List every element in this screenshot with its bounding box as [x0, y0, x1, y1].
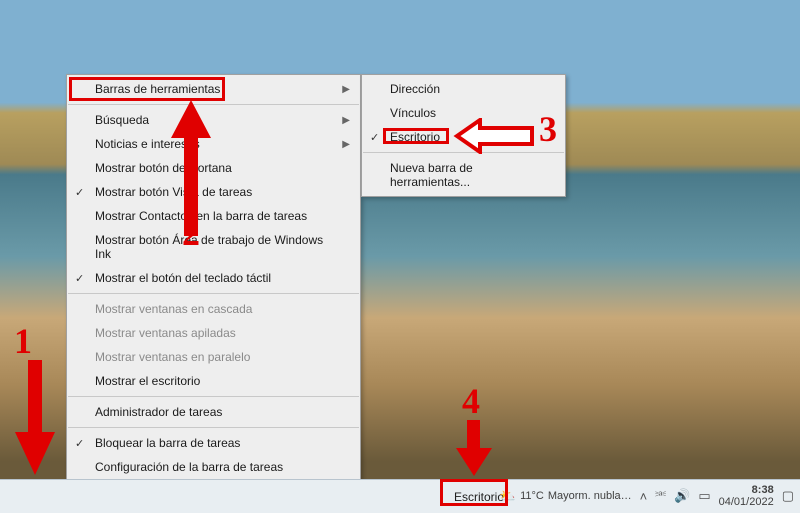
annotation-box: [383, 128, 449, 144]
chevron-right-icon: ▶: [342, 115, 350, 126]
menu-ink-label: Mostrar botón Área de trabajo de Windows…: [95, 233, 338, 261]
check-icon: ✓: [370, 131, 379, 144]
battery-icon[interactable]: ▭: [698, 488, 710, 504]
menu-show-desktop[interactable]: Mostrar el escritorio: [67, 369, 360, 393]
menu-sidebyside: Mostrar ventanas en paralelo: [67, 345, 360, 369]
chevron-right-icon: ▶: [342, 84, 350, 95]
annotation-arrow-icon: [10, 360, 60, 480]
annotation-number: 3: [539, 108, 557, 150]
submenu-new-toolbar[interactable]: Nueva barra de herramientas...: [362, 156, 565, 194]
submenu-links-label: Vínculos: [390, 106, 436, 120]
clock[interactable]: 8:38 04/01/2022: [719, 484, 774, 508]
clock-time: 8:38: [719, 484, 774, 496]
menu-separator: [68, 396, 359, 397]
annotation-arrow-icon: [166, 100, 216, 240]
wifi-icon[interactable]: ⎃: [655, 488, 666, 504]
annotation-box: [440, 479, 508, 506]
menu-separator: [68, 427, 359, 428]
chevron-right-icon: ▶: [342, 139, 350, 150]
submenu-address[interactable]: Dirección: [362, 77, 565, 101]
menu-cascade-label: Mostrar ventanas en cascada: [95, 302, 252, 316]
annotation-number: 4: [462, 380, 480, 422]
weather-widget[interactable]: ⛅ 11°C Mayorm. nubla…: [500, 488, 632, 504]
volume-icon[interactable]: 🔊: [674, 488, 690, 504]
annotation-box: [69, 77, 225, 101]
submenu-address-label: Dirección: [390, 82, 440, 96]
menu-sidebyside-label: Mostrar ventanas en paralelo: [95, 350, 250, 364]
system-tray: ⛅ 11°C Mayorm. nubla… ˄ ⎃ 🔊 ▭ 8:38 04/01…: [500, 479, 794, 513]
check-icon: ✓: [75, 437, 84, 450]
menu-lock-taskbar[interactable]: ✓ Bloquear la barra de tareas: [67, 431, 360, 455]
menu-separator: [68, 293, 359, 294]
clock-date: 04/01/2022: [719, 496, 774, 508]
check-icon: ✓: [75, 186, 84, 199]
chevron-up-icon[interactable]: ˄: [640, 489, 648, 504]
notifications-icon[interactable]: ▢: [782, 488, 794, 504]
weather-text: Mayorm. nubla…: [548, 490, 632, 502]
taskbar[interactable]: Escritorio » ⛅ 11°C Mayorm. nubla… ˄ ⎃ 🔊…: [0, 479, 800, 513]
menu-stacked: Mostrar ventanas apiladas: [67, 321, 360, 345]
annotation-arrow-icon: [452, 118, 536, 154]
start-button[interactable]: [6, 483, 34, 511]
submenu-newtb-label: Nueva barra de herramientas...: [390, 161, 543, 189]
check-icon: ✓: [75, 272, 84, 285]
menu-cascade: Mostrar ventanas en cascada: [67, 297, 360, 321]
menu-settings-label: Configuración de la barra de tareas: [95, 460, 283, 474]
annotation-number: 1: [14, 320, 32, 362]
menu-touch-keyboard[interactable]: ✓ Mostrar el botón del teclado táctil: [67, 266, 360, 290]
menu-touchkb-label: Mostrar el botón del teclado táctil: [95, 271, 271, 285]
weather-temp: 11°C: [520, 490, 544, 502]
menu-task-manager[interactable]: Administrador de tareas: [67, 400, 360, 424]
menu-taskmgr-label: Administrador de tareas: [95, 405, 222, 419]
annotation-arrow-icon: [452, 420, 496, 478]
menu-search-label: Búsqueda: [95, 113, 149, 127]
menu-showdesk-label: Mostrar el escritorio: [95, 374, 200, 388]
menu-taskbar-settings[interactable]: Configuración de la barra de tareas: [67, 455, 360, 479]
menu-stacked-label: Mostrar ventanas apiladas: [95, 326, 236, 340]
menu-lock-label: Bloquear la barra de tareas: [95, 436, 240, 450]
